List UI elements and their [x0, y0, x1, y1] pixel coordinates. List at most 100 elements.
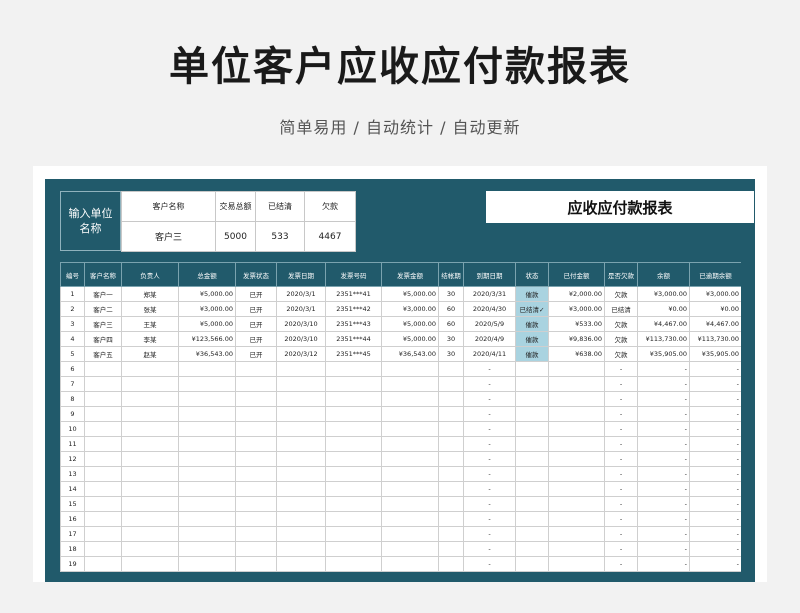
cell-status[interactable] — [515, 376, 549, 392]
cell-owner[interactable] — [121, 376, 179, 392]
cell-invoice-amount[interactable]: ¥5,000.00 — [381, 316, 439, 332]
cell-invoice-no[interactable] — [325, 436, 382, 452]
cell-total[interactable] — [178, 556, 236, 572]
cell-invoice-date[interactable]: 2020/3/1 — [276, 301, 326, 317]
cell-invoice-amount[interactable]: ¥5,000.00 — [381, 331, 439, 347]
cell-overdue-balance[interactable]: - — [689, 406, 741, 422]
cell-paid[interactable]: ¥533.00 — [548, 316, 605, 332]
cell-owner[interactable] — [121, 451, 179, 467]
column-header-due-date[interactable]: 到期日期 — [463, 262, 516, 287]
cell-overdue-balance[interactable]: ¥4,467.00 — [689, 316, 741, 332]
cell-customer[interactable] — [84, 361, 122, 377]
table-row[interactable]: 1 客户一 郑某 ¥5,000.00 已开 2020/3/1 2351***41 ¥5,000… — [60, 286, 741, 302]
column-header-balance[interactable]: 余额 — [637, 262, 690, 287]
cell-invoice-date[interactable]: 2020/3/10 — [276, 331, 326, 347]
cell-total[interactable] — [178, 376, 236, 392]
cell-due-date[interactable]: - — [463, 511, 516, 527]
cell-no[interactable]: 13 — [60, 466, 85, 482]
cell-invoice-date[interactable]: 2020/3/10 — [276, 316, 326, 332]
cell-owner[interactable] — [121, 421, 179, 437]
cell-no[interactable]: 10 — [60, 421, 85, 437]
cell-status[interactable] — [515, 556, 549, 572]
cell-invoice-amount[interactable]: ¥3,000.00 — [381, 301, 439, 317]
column-header-invoice-status[interactable]: 发票状态 — [235, 262, 277, 287]
cell-term[interactable]: 30 — [438, 286, 464, 302]
cell-term[interactable] — [438, 421, 464, 437]
cell-invoice-status[interactable] — [235, 421, 277, 437]
cell-invoice-date[interactable] — [276, 466, 326, 482]
cell-paid[interactable] — [548, 511, 605, 527]
cell-term[interactable] — [438, 436, 464, 452]
cell-owner[interactable] — [121, 526, 179, 542]
cell-status[interactable]: 催款 — [515, 346, 549, 362]
table-row[interactable]: 8---- — [60, 391, 741, 407]
cell-no[interactable]: 9 — [60, 406, 85, 422]
cell-invoice-amount[interactable] — [381, 451, 439, 467]
cell-total[interactable] — [178, 526, 236, 542]
cell-invoice-amount[interactable] — [381, 361, 439, 377]
cell-paid[interactable] — [548, 481, 605, 497]
cell-invoice-amount[interactable] — [381, 421, 439, 437]
cell-balance[interactable]: ¥35,905.00 — [637, 346, 690, 362]
cell-owner[interactable] — [121, 511, 179, 527]
cell-term[interactable]: 60 — [438, 316, 464, 332]
customer-name-cell[interactable]: 客户三 — [121, 221, 216, 252]
table-row[interactable]: 14- - - - — [60, 481, 741, 497]
cell-paid[interactable] — [548, 541, 605, 557]
cell-overdue-balance[interactable]: - — [689, 466, 741, 482]
cell-invoice-status[interactable] — [235, 376, 277, 392]
cell-overdue-balance[interactable]: ¥3,000.00 — [689, 286, 741, 302]
cell-invoice-amount[interactable] — [381, 556, 439, 572]
cell-term[interactable]: 30 — [438, 346, 464, 362]
cell-status[interactable] — [515, 406, 549, 422]
column-header-owner[interactable]: 负责人 — [121, 262, 179, 287]
cell-total[interactable]: ¥123,566.00 — [178, 331, 236, 347]
cell-total[interactable] — [178, 451, 236, 467]
cell-term[interactable]: 60 — [438, 301, 464, 317]
cell-status[interactable] — [515, 451, 549, 467]
cell-invoice-status[interactable] — [235, 436, 277, 452]
cell-due-date[interactable]: - — [463, 481, 516, 497]
cell-status[interactable]: 催款 — [515, 331, 549, 347]
cell-balance[interactable]: - — [637, 391, 690, 407]
cell-invoice-status[interactable] — [235, 496, 277, 512]
cell-invoice-status[interactable] — [235, 406, 277, 422]
cell-owner[interactable]: 王某 — [121, 316, 179, 332]
cell-overdue-balance[interactable]: - — [689, 541, 741, 557]
cell-invoice-amount[interactable] — [381, 511, 439, 527]
cell-balance[interactable]: ¥4,467.00 — [637, 316, 690, 332]
cell-status[interactable]: 催款 — [515, 286, 549, 302]
cell-paid[interactable] — [548, 466, 605, 482]
cell-due-date[interactable]: - — [463, 541, 516, 557]
cell-invoice-status[interactable] — [235, 466, 277, 482]
cell-overdue-balance[interactable]: ¥0.00 — [689, 301, 741, 317]
cell-invoice-no[interactable] — [325, 556, 382, 572]
cell-term[interactable]: 30 — [438, 331, 464, 347]
cell-customer[interactable]: 客户五 — [84, 346, 122, 362]
cell-owner[interactable]: 李某 — [121, 331, 179, 347]
cell-paid[interactable] — [548, 361, 605, 377]
cell-total[interactable]: ¥36,543.00 — [178, 346, 236, 362]
settled-cell[interactable]: 533 — [255, 221, 305, 252]
column-header-term[interactable]: 结帐期 — [438, 262, 464, 287]
cell-invoice-amount[interactable] — [381, 481, 439, 497]
cell-term[interactable] — [438, 511, 464, 527]
cell-customer[interactable]: 客户二 — [84, 301, 122, 317]
cell-invoice-date[interactable] — [276, 511, 326, 527]
cell-customer[interactable] — [84, 496, 122, 512]
cell-invoice-amount[interactable] — [381, 526, 439, 542]
cell-balance[interactable]: - — [637, 526, 690, 542]
cell-no[interactable]: 7 — [60, 376, 85, 392]
cell-customer[interactable]: 客户四 — [84, 331, 122, 347]
cell-due-date[interactable]: 2020/4/9 — [463, 331, 516, 347]
cell-balance[interactable]: - — [637, 556, 690, 572]
table-row[interactable]: 4 客户四 李某 ¥123,566.00 已开 2020/3/10 2351***44 ¥5,… — [60, 331, 741, 347]
cell-overdue-balance[interactable]: - — [689, 511, 741, 527]
table-row[interactable]: 5 客户五 赵某 ¥36,543.00 已开 2020/3/12 2351***45 ¥36,… — [60, 346, 741, 362]
cell-term[interactable] — [438, 451, 464, 467]
cell-balance[interactable]: - — [637, 496, 690, 512]
cell-balance[interactable]: - — [637, 436, 690, 452]
cell-customer[interactable] — [84, 436, 122, 452]
cell-owner[interactable] — [121, 436, 179, 452]
cell-overdue-balance[interactable]: - — [689, 391, 741, 407]
